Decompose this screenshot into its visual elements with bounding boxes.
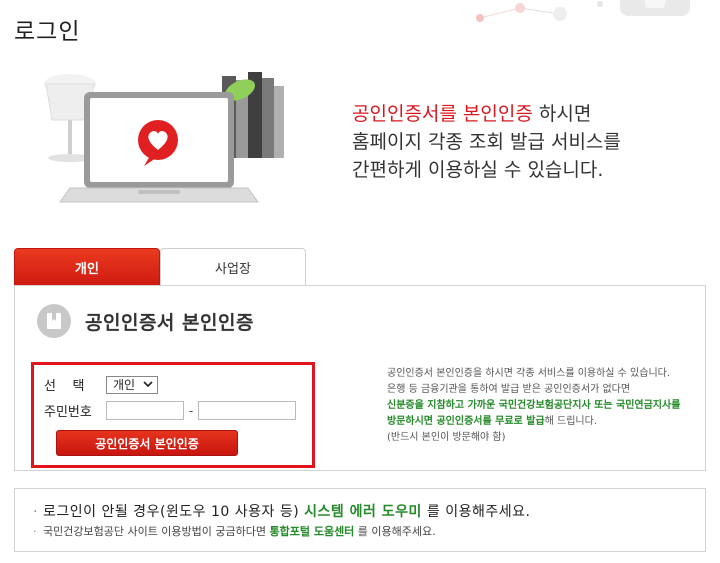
chevron-down-icon xyxy=(143,381,153,388)
rrn-label: 주민번호 xyxy=(44,405,92,420)
guide-line-5: (반드시 본인이 방문해야 함) xyxy=(387,432,506,443)
hero-message: 공인인증서를 본인인증 하시면 홈페이지 각종 조회 발급 서비스를 간편하게 … xyxy=(352,100,621,184)
rrn-back-input[interactable] xyxy=(198,401,296,420)
bullet-icon: · xyxy=(33,525,37,538)
notice-line-1-pre: 로그인이 안될 경우(윈도우 10 사용자 등) xyxy=(43,504,305,520)
notice-line-2-post: 를 이용해주세요. xyxy=(354,525,436,538)
select-label: 선 택 xyxy=(44,379,85,394)
select-value: 개인 xyxy=(113,378,136,392)
login-type-tabs: 개인 사업장 xyxy=(14,248,306,286)
guide-line-1: 공인인증서 본인인증을 하시면 각종 서비스를 이용하실 수 있습니다. xyxy=(387,368,671,379)
tab-business[interactable]: 사업장 xyxy=(160,248,306,286)
notice-line-2: · 국민건강보험공단 사이트 이용방법이 궁금하다면 통합포털 도움센터 를 이용… xyxy=(33,523,705,539)
certificate-form: 선 택 개인 주민번호 - 공인인증서 본인인증 xyxy=(31,362,315,468)
panel-title: 공인인증서 본인인증 xyxy=(85,311,254,334)
rrn-row: 주민번호 - xyxy=(44,401,296,420)
bullet-icon: · xyxy=(33,504,38,520)
certificate-icon xyxy=(37,304,71,338)
certificate-login-button[interactable]: 공인인증서 본인인증 xyxy=(56,430,238,456)
hero-accent-text: 공인인증서를 본인인증 xyxy=(352,103,533,125)
tab-personal[interactable]: 개인 xyxy=(14,248,160,286)
guide-line-4: 방문하시면 공인인증서를 무료로 발급해 드립니다. xyxy=(387,414,697,430)
select-row: 선 택 개인 xyxy=(44,375,158,394)
hero-line-1: 공인인증서를 본인인증 하시면 xyxy=(352,100,621,128)
certificate-login-panel: 공인인증서 본인인증 선 택 개인 주민번호 - 공인인증서 본인인증 공인인증… xyxy=(14,285,706,471)
guide-line-3: 신분증을 지참하고 가까운 국민건강보험공단지사 또는 국민연금지사를 xyxy=(387,400,681,411)
rrn-front-input[interactable] xyxy=(106,401,184,420)
guide-line-2: 은행 등 금융기관을 통하여 발급 받은 공인인증서가 없다면 xyxy=(387,384,631,395)
guide-line-4-green: 방문하시면 공인인증서를 무료로 발급 xyxy=(387,416,545,427)
certificate-guide: 공인인증서 본인인증을 하시면 각종 서비스를 이용하실 수 있습니다. 은행 … xyxy=(387,366,697,446)
guide-line-4-rest: 해 드립니다. xyxy=(544,416,598,427)
help-notice: · 로그인이 안될 경우(윈도우 10 사용자 등) 시스템 에러 도우미 를 이… xyxy=(14,488,706,552)
notice-line-1-post: 를 이용해주세요. xyxy=(421,504,531,520)
network-decoration xyxy=(476,0,690,22)
hero-line-2: 홈페이지 각종 조회 발급 서비스를 xyxy=(352,131,621,153)
notice-line-2-pre: 국민건강보험공단 사이트 이용방법이 궁금하다면 xyxy=(43,525,270,538)
panel-header: 공인인증서 본인인증 xyxy=(37,304,254,338)
rrn-dash: - xyxy=(188,403,194,418)
system-error-helper-link[interactable]: 시스템 에러 도우미 xyxy=(304,504,422,520)
help-center-link[interactable]: 통합포털 도움센터 xyxy=(270,525,355,538)
hero-line-1-rest: 하시면 xyxy=(532,103,592,125)
notice-line-1: · 로그인이 안될 경우(윈도우 10 사용자 등) 시스템 에러 도우미 를 이… xyxy=(33,501,705,521)
laptop-heart-illustration xyxy=(44,72,284,203)
user-type-select[interactable]: 개인 xyxy=(106,375,158,394)
page-title: 로그인 xyxy=(14,19,81,45)
hero-line-3: 간편하게 이용하실 수 있습니다. xyxy=(352,159,604,181)
